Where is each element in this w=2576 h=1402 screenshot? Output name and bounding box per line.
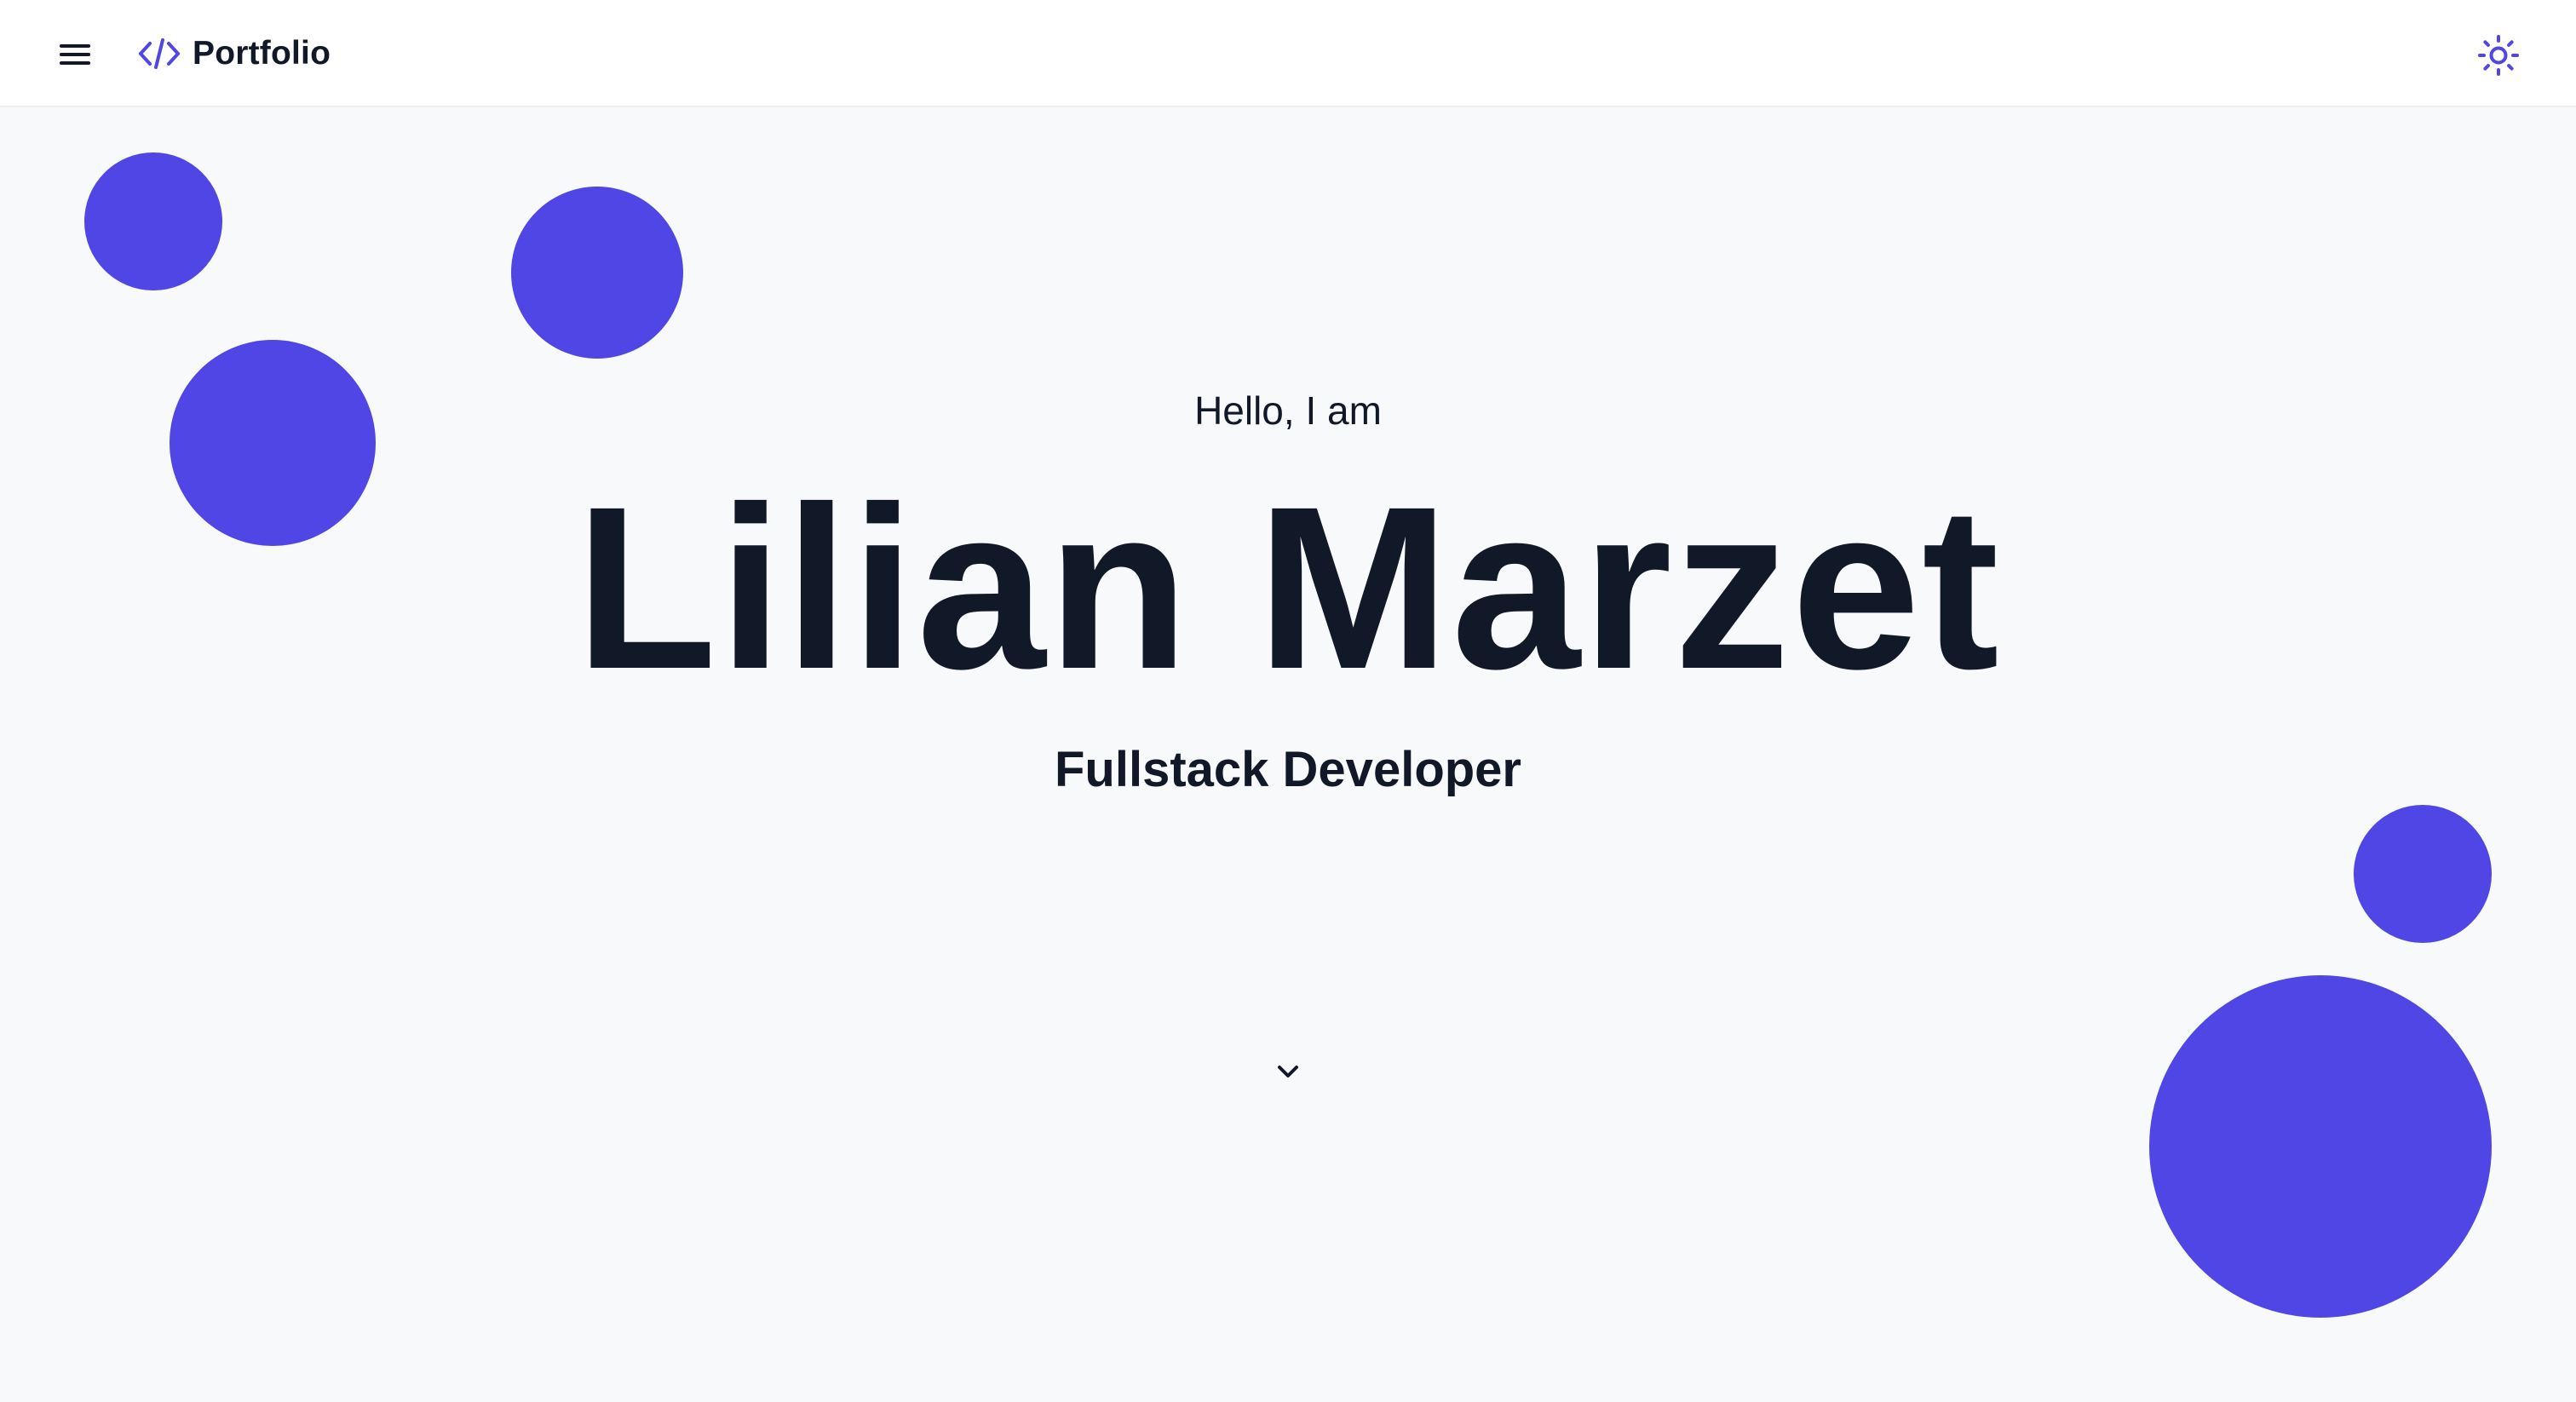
brand-title: Portfolio [193, 35, 331, 72]
hamburger-menu-icon-bar [60, 53, 90, 56]
decorative-circle [84, 152, 222, 290]
theme-toggle-button[interactable] [2477, 34, 2520, 77]
decorative-circle [2354, 805, 2492, 943]
menu-button[interactable] [58, 41, 95, 68]
hero-role: Fullstack Developer [1055, 742, 1521, 797]
hero-greeting: Hello, I am [1194, 388, 1382, 433]
scroll-down-button[interactable] [1269, 1053, 1307, 1090]
top-navbar: Portfolio [0, 0, 2576, 107]
code-brackets-icon [139, 38, 180, 69]
decorative-circle [511, 187, 683, 359]
chevron-down-icon [1278, 1066, 1298, 1077]
hero-name: Lilian Marzet [575, 458, 2001, 717]
decorative-circle [2149, 975, 2492, 1318]
brand-logo-link[interactable]: Portfolio [138, 29, 331, 78]
sun-icon [2478, 35, 2519, 76]
hero-section: Hello, I am Lilian Marzet Fullstack Deve… [0, 107, 2576, 1402]
hamburger-menu-icon-bar [60, 61, 90, 65]
hamburger-menu-icon-bar [60, 44, 90, 48]
